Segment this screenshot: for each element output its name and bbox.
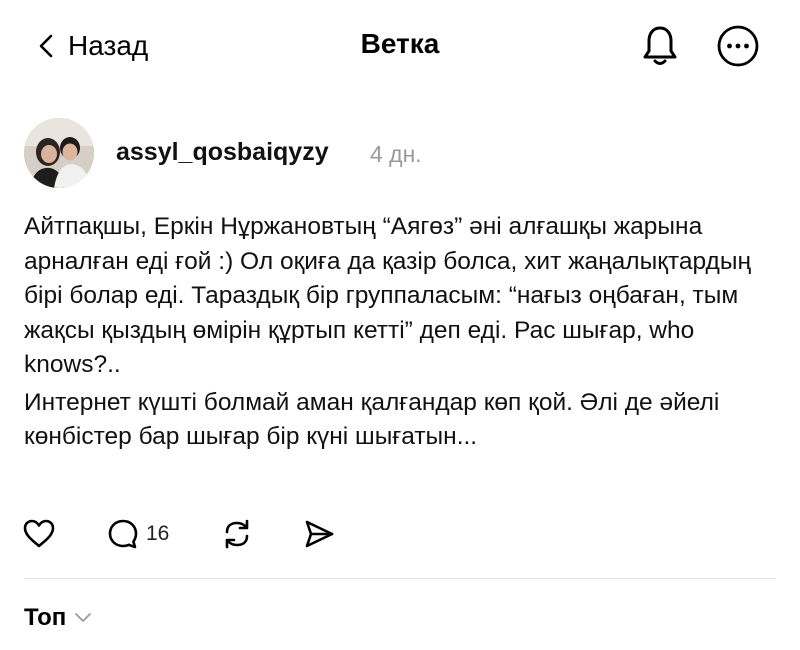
repost-button[interactable] — [220, 514, 254, 554]
chevron-down-icon — [75, 613, 92, 622]
divider — [24, 578, 776, 579]
post-time: 4 дн. — [370, 141, 422, 167]
like-button[interactable] — [22, 514, 56, 554]
top-bar: Назад Ветка — [0, 0, 800, 92]
avatar[interactable] — [24, 118, 94, 188]
share-icon — [305, 520, 334, 548]
more-icon — [717, 25, 759, 67]
avatar-photo — [24, 118, 94, 188]
post-paragraph: Интернет күшті болмай аман қалғандар көп… — [24, 388, 720, 451]
share-button[interactable] — [302, 514, 336, 554]
sort-label: Топ — [24, 604, 67, 631]
post-actions: 16 — [22, 514, 422, 554]
page-title: Ветка — [360, 28, 440, 59]
comment-icon — [108, 519, 138, 549]
notifications-button[interactable] — [640, 24, 680, 68]
heart-icon — [23, 519, 55, 548]
post-paragraph: Айтпақшы, Еркін Нұржановтың “Аягөз” әні … — [24, 213, 751, 378]
sort-dropdown[interactable]: Топ — [24, 604, 92, 632]
comment-button[interactable]: 16 — [106, 514, 169, 554]
more-options-button[interactable] — [716, 24, 760, 68]
bell-icon — [643, 26, 677, 65]
comment-count: 16 — [146, 522, 170, 545]
username-link[interactable]: assyl_qosbaiqyzy — [116, 138, 329, 167]
post-body: Айтпақшы, Еркін Нұржановтың “Аягөз” әні … — [24, 210, 784, 455]
repost-icon — [225, 519, 249, 549]
